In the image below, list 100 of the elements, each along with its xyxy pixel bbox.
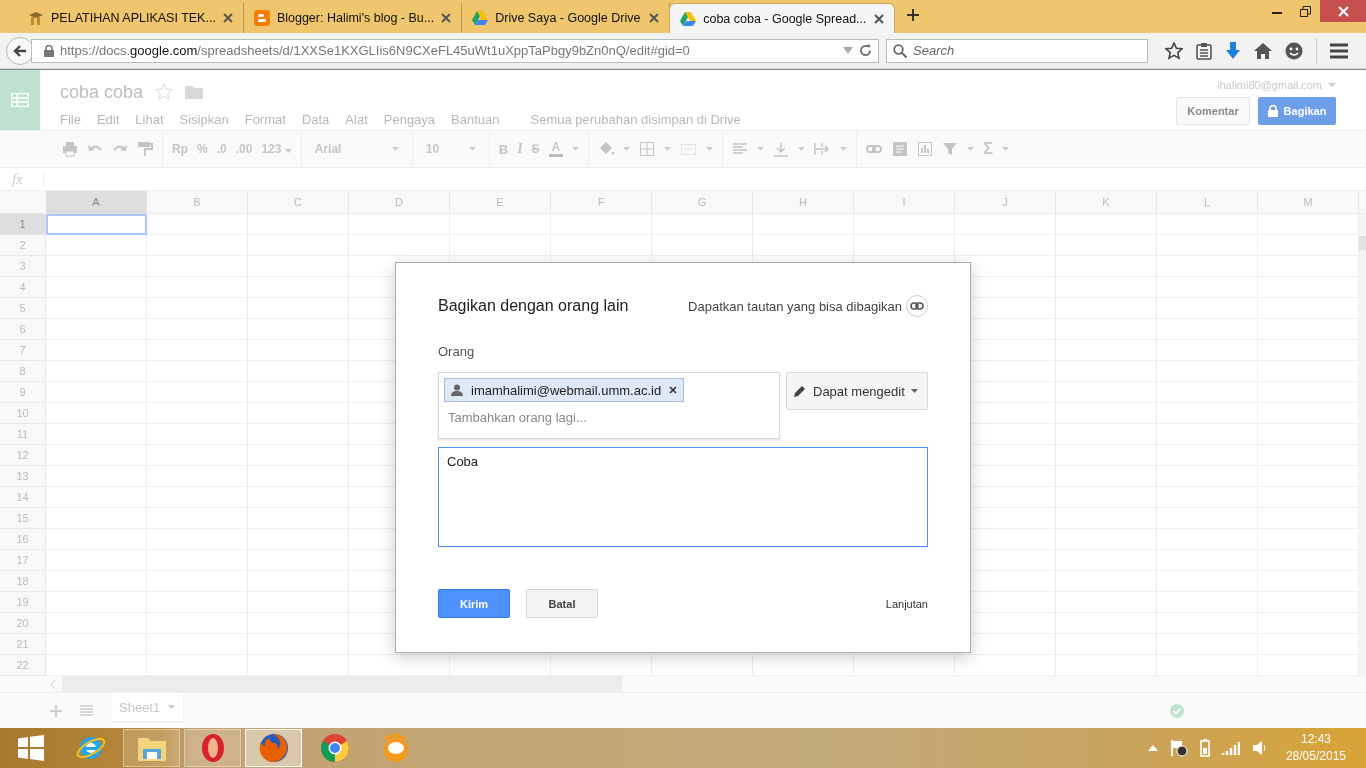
reading-list-icon[interactable] bbox=[1196, 41, 1212, 60]
borders-icon[interactable] bbox=[639, 141, 656, 157]
column-header[interactable]: L bbox=[1157, 191, 1258, 213]
sheet-tab[interactable]: Sheet1 bbox=[111, 693, 184, 721]
column-header[interactable]: G bbox=[652, 191, 753, 213]
address-field[interactable]: https://docs.google.com/spreadsheets/d/1XXSe1KXGLIis6N9CXeFL45uWt1uXppTaPbgy9bZn0nQ/edit#gid=0 bbox=[31, 38, 879, 63]
menu-icon[interactable] bbox=[1330, 42, 1348, 59]
caret-icon[interactable] bbox=[284, 149, 292, 153]
remove-icon[interactable] bbox=[669, 386, 678, 394]
percent-button[interactable]: % bbox=[197, 142, 208, 156]
back-button[interactable] bbox=[6, 36, 34, 65]
row-header[interactable]: 3 bbox=[0, 256, 46, 277]
dropdown-icon[interactable] bbox=[843, 47, 853, 54]
column-header[interactable]: K bbox=[1056, 191, 1157, 213]
comment-icon[interactable] bbox=[892, 141, 909, 157]
menu-item[interactable]: Lihat bbox=[127, 112, 172, 127]
caret-icon[interactable] bbox=[572, 147, 580, 151]
close-icon[interactable] bbox=[441, 13, 452, 23]
row-header[interactable]: 1 bbox=[0, 214, 46, 235]
smiley-icon[interactable] bbox=[1285, 41, 1303, 60]
column-header[interactable]: M bbox=[1258, 191, 1359, 213]
battery-icon[interactable] bbox=[1199, 739, 1210, 757]
flag-icon[interactable] bbox=[1169, 739, 1188, 757]
menu-item[interactable]: Edit bbox=[88, 112, 128, 127]
column-header[interactable]: B bbox=[147, 191, 248, 213]
column-header[interactable]: E bbox=[450, 191, 551, 213]
menu-item[interactable]: Data bbox=[293, 112, 338, 127]
taskbar-app[interactable] bbox=[245, 729, 302, 767]
row-header[interactable]: 14 bbox=[0, 487, 46, 508]
fill-bucket-icon[interactable] bbox=[598, 141, 615, 157]
browser-tab[interactable]: coba coba - Google Spread... bbox=[669, 3, 895, 33]
menu-item[interactable]: Bantuan bbox=[443, 112, 508, 127]
row-header[interactable]: 8 bbox=[0, 361, 46, 382]
menu-item[interactable]: File bbox=[60, 112, 89, 127]
chart-icon[interactable] bbox=[917, 141, 934, 157]
row-header[interactable]: 2 bbox=[0, 235, 46, 256]
restore-icon[interactable] bbox=[1300, 5, 1311, 17]
cancel-button[interactable]: Batal bbox=[526, 589, 598, 618]
row-header[interactable]: 15 bbox=[0, 508, 46, 529]
caret-icon[interactable] bbox=[706, 147, 714, 151]
close-icon[interactable] bbox=[222, 13, 233, 23]
signal-icon[interactable] bbox=[1221, 741, 1240, 755]
column-header[interactable]: D bbox=[349, 191, 450, 213]
merge-cells-icon[interactable] bbox=[680, 141, 698, 157]
caret-icon[interactable] bbox=[840, 147, 848, 151]
caret-icon[interactable] bbox=[468, 147, 476, 151]
folder-icon[interactable] bbox=[185, 85, 204, 99]
recipient-chip[interactable]: imamhalimi@webmail.umm.ac.id bbox=[444, 378, 685, 402]
row-header[interactable]: 20 bbox=[0, 613, 46, 634]
row-header[interactable]: 10 bbox=[0, 403, 46, 424]
comment-button[interactable]: Komentar bbox=[1176, 97, 1250, 125]
close-icon[interactable] bbox=[873, 13, 884, 24]
menu-item[interactable]: Sisipkan bbox=[171, 112, 237, 127]
column-header[interactable]: J bbox=[955, 191, 1056, 213]
caret-icon[interactable] bbox=[757, 147, 765, 151]
chevron-up-icon[interactable] bbox=[1147, 745, 1158, 751]
align-left-icon[interactable] bbox=[732, 141, 749, 157]
speaker-icon[interactable] bbox=[1251, 740, 1268, 756]
menu-item[interactable]: Format bbox=[236, 112, 294, 127]
shareable-link[interactable]: Dapatkan tautan yang bisa dibagikan bbox=[688, 298, 902, 314]
row-header[interactable]: 13 bbox=[0, 466, 46, 487]
menu-item[interactable]: Alat bbox=[337, 112, 376, 127]
column-header[interactable]: H bbox=[753, 191, 854, 213]
row-header[interactable]: 21 bbox=[0, 634, 46, 655]
send-button[interactable]: Kirim bbox=[438, 589, 510, 618]
caret-icon[interactable] bbox=[664, 147, 672, 151]
home-icon[interactable] bbox=[1254, 42, 1272, 59]
column-header[interactable]: F bbox=[551, 191, 652, 213]
caret-icon[interactable] bbox=[623, 147, 631, 151]
text-wrap-icon[interactable] bbox=[814, 141, 832, 157]
message-field[interactable]: Coba bbox=[438, 447, 928, 547]
print-icon[interactable] bbox=[62, 141, 78, 157]
row-header[interactable]: 19 bbox=[0, 592, 46, 613]
row-header[interactable]: 4 bbox=[0, 277, 46, 298]
caret-icon[interactable] bbox=[391, 147, 399, 151]
share-button[interactable]: Bagikan bbox=[1258, 97, 1336, 125]
column-header[interactable]: A bbox=[46, 191, 147, 213]
clock[interactable]: 12:43 28/05/2015 bbox=[1285, 731, 1346, 765]
row-header[interactable]: 12 bbox=[0, 445, 46, 466]
row-header[interactable]: 6 bbox=[0, 319, 46, 340]
paint-roller-icon[interactable] bbox=[137, 141, 153, 157]
caret-icon[interactable] bbox=[798, 147, 806, 151]
row-header[interactable]: 17 bbox=[0, 550, 46, 571]
search-field[interactable]: Search bbox=[886, 38, 1148, 63]
close-icon[interactable] bbox=[649, 13, 660, 23]
row-header[interactable]: 7 bbox=[0, 340, 46, 361]
caret-icon[interactable] bbox=[967, 147, 975, 151]
reload-icon[interactable] bbox=[859, 44, 872, 57]
list-icon[interactable] bbox=[80, 705, 93, 716]
column-header[interactable]: C bbox=[248, 191, 349, 213]
permission-dropdown[interactable]: Dapat mengedit bbox=[786, 372, 928, 410]
star-icon[interactable] bbox=[1165, 41, 1183, 60]
taskbar-app[interactable] bbox=[184, 729, 241, 767]
filter-icon[interactable] bbox=[942, 141, 959, 157]
caret-icon[interactable] bbox=[1001, 147, 1009, 151]
scrollbar[interactable] bbox=[1359, 214, 1366, 676]
scrollbar[interactable] bbox=[0, 676, 1366, 692]
row-header[interactable]: 18 bbox=[0, 571, 46, 592]
advanced-link[interactable]: Lanjutan bbox=[885, 597, 928, 610]
windows-icon[interactable] bbox=[18, 735, 44, 761]
